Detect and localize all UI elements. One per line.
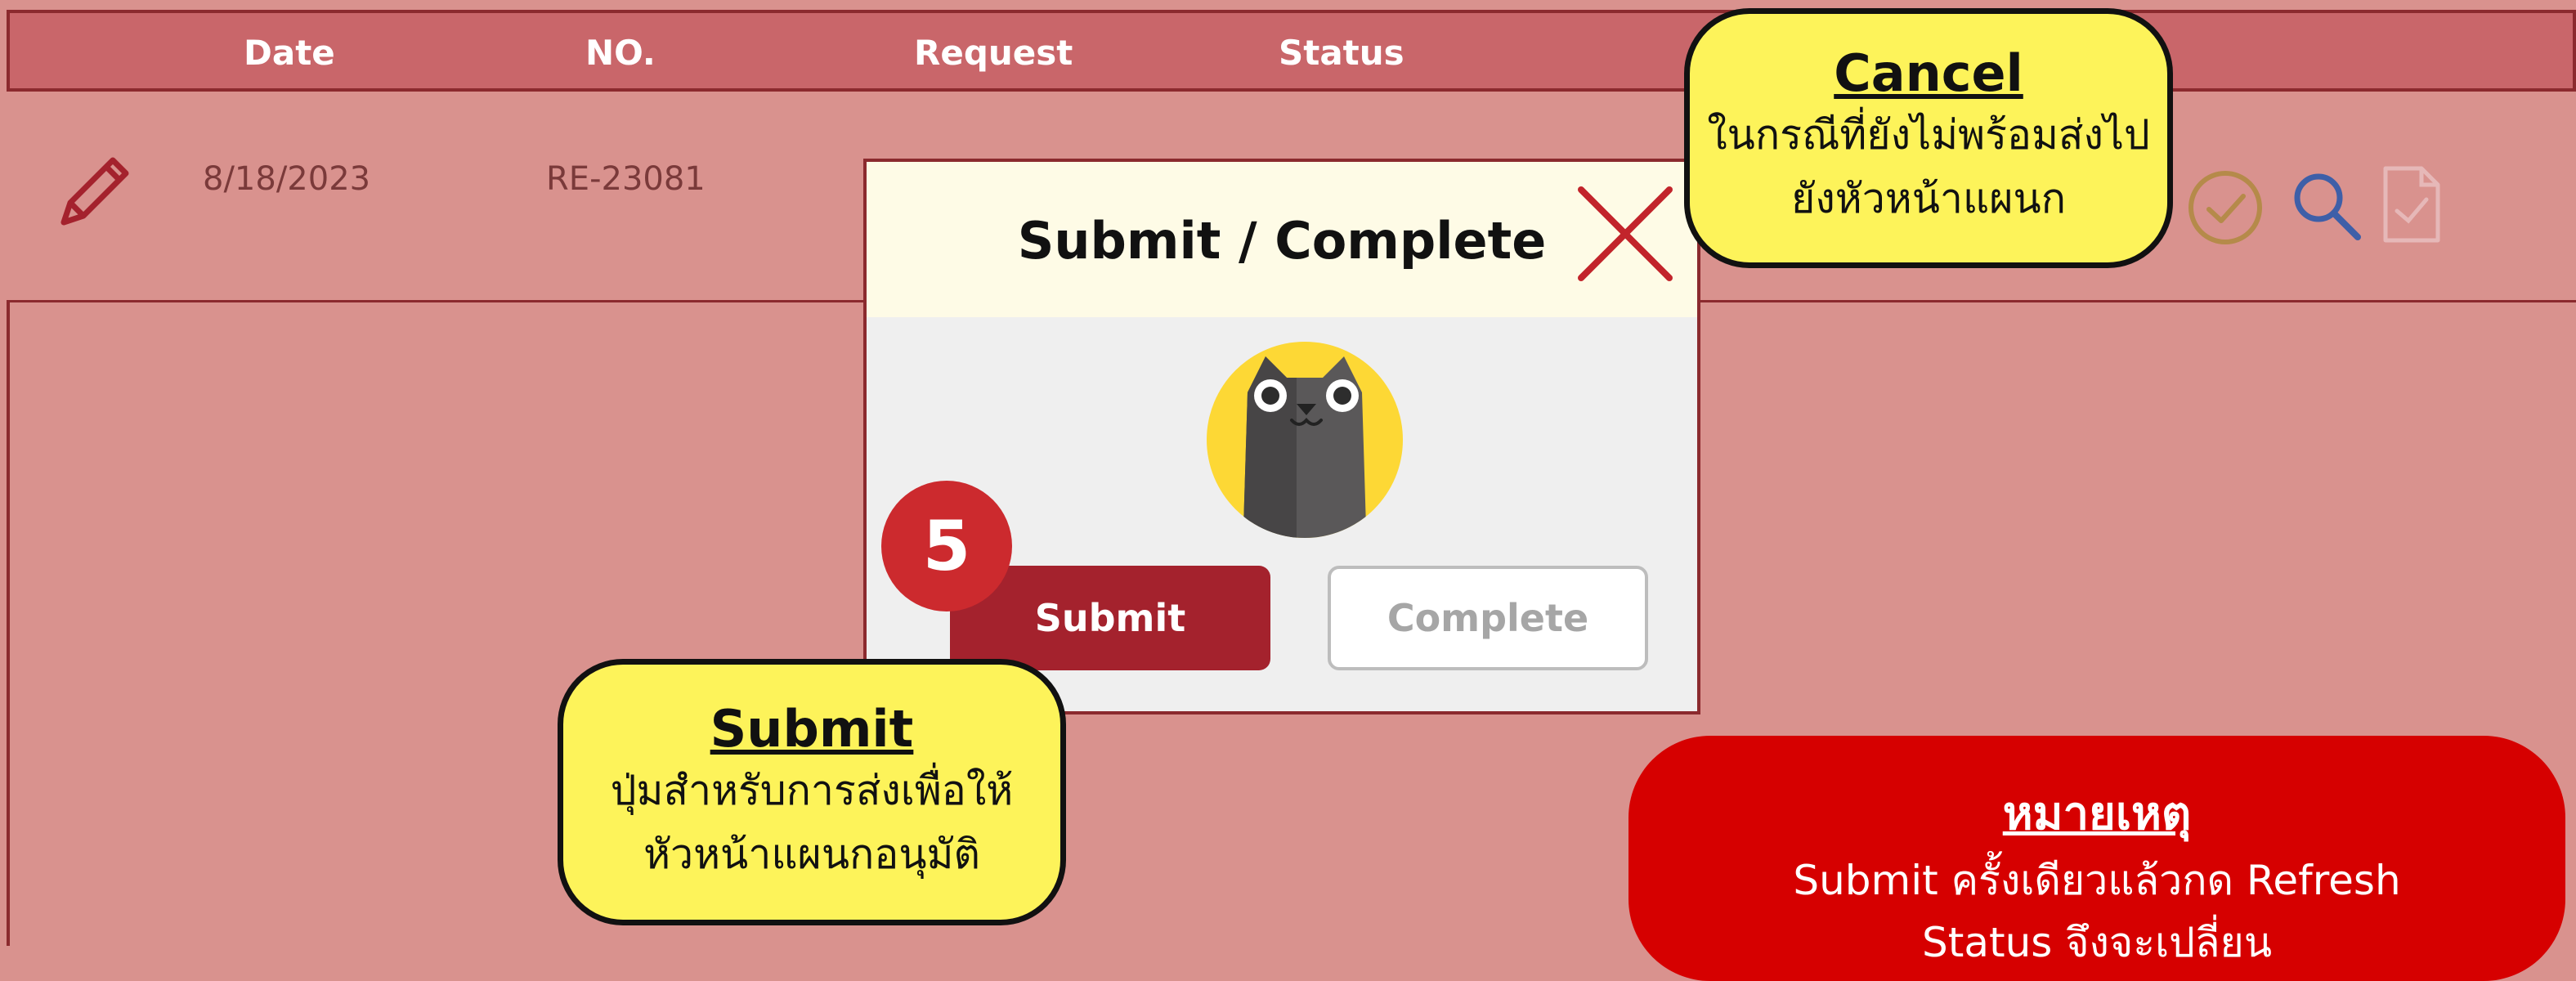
header-request: Request [914,33,1073,73]
row-no: RE-23081 [546,160,706,198]
submit-callout-line1: ปุ่มสำหรับการส่งเพื่อให้ [610,767,1014,814]
header-date: Date [244,33,335,73]
note-line2: Status จึงจะเปลี่ยน [1921,919,2273,966]
search-icon[interactable] [2287,167,2366,249]
submit-complete-dialog: Submit / Complete Submit Complete [863,159,1700,714]
header-no: NO. [585,33,656,73]
note-box: หมายเหตุ Submit ครั้งเดียวแล้วกด Refresh… [1628,736,2565,981]
cancel-callout: Cancel ในกรณีที่ยังไม่พร้อมส่งไป ยังหัวห… [1684,8,2173,268]
dialog-header: Submit / Complete [867,162,1697,317]
row-date: 8/18/2023 [203,160,371,198]
submit-callout: Submit ปุ่มสำหรับการส่งเพื่อให้ หัวหน้าแ… [558,659,1066,925]
note-title: หมายเหตุ [2002,787,2192,840]
submit-callout-title: Submit [710,699,914,759]
document-check-icon[interactable] [2379,164,2444,249]
dialog-title: Submit / Complete [1017,211,1547,271]
table-header: Date NO. Request Status [7,10,2576,92]
step-number-badge: 5 [881,481,1012,611]
submit-callout-line2: หัวหน้าแผนกอนุมัติ [643,831,980,878]
note-line1: Submit ครั้งเดียวแล้วกด Refresh [1793,857,2401,904]
close-icon[interactable] [1575,183,1676,284]
cancel-callout-line2: ยังหัวหน้าแผนก [1791,175,2066,222]
check-circle-icon[interactable] [2186,168,2265,251]
header-status: Status [1279,33,1404,73]
pencil-icon[interactable] [52,152,134,238]
complete-button[interactable]: Complete [1328,566,1648,670]
cat-avatar-icon [1207,342,1403,538]
cancel-callout-line1: ในกรณีที่ยังไม่พร้อมส่งไป [1707,111,2150,159]
cancel-callout-title: Cancel [1834,43,2023,103]
